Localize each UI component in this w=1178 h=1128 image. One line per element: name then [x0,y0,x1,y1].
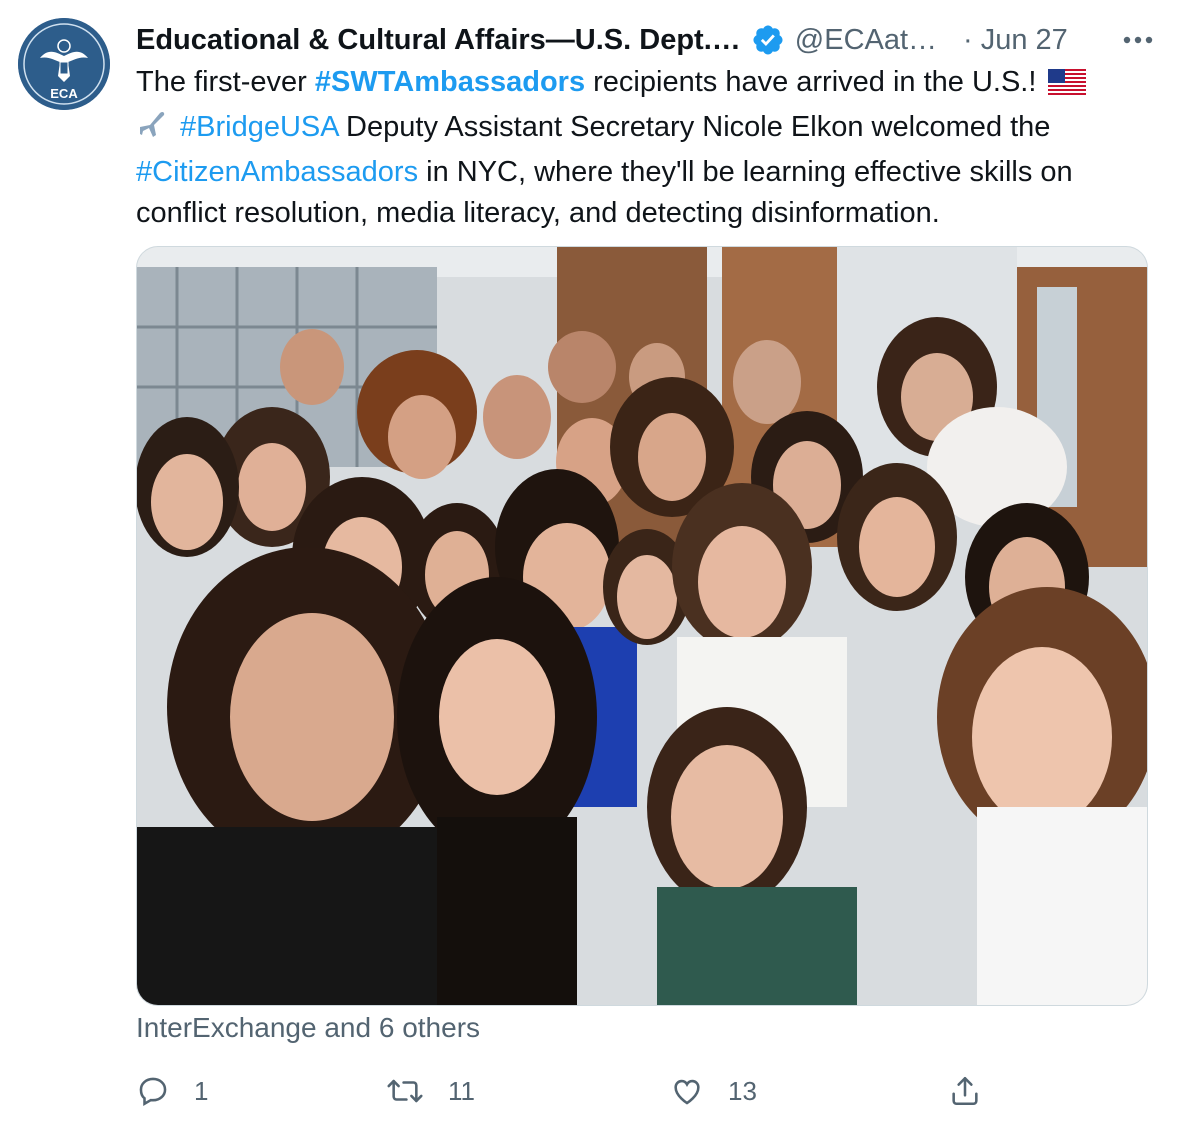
retweet-icon [386,1074,424,1108]
tweet-header: Educational & Cultural Affairs—U.S. Dept… [136,20,1160,60]
retweet-count: 11 [448,1075,475,1106]
tweet-text-part: recipients have arrived in the U.S.! [585,66,1045,98]
avatar[interactable]: ECA [18,18,110,110]
avatar-label: ECA [50,86,78,101]
verified-badge-icon [751,23,785,57]
tagged-users-link[interactable]: InterExchange and 6 others [136,1012,480,1044]
heart-icon [670,1074,704,1108]
tweet-photo[interactable] [136,246,1148,1006]
group-selfie-photo [137,247,1147,1005]
tweet-text-part: Deputy Assistant Secretary Nicole Elkon … [338,110,1051,143]
separator-dot: · [963,23,973,56]
retweet-button[interactable]: 11 [386,1066,475,1116]
tweet-text: The first-ever #SWTAmbassadors recipient… [136,62,1156,233]
more-options-icon[interactable] [1116,20,1160,60]
handle[interactable]: @ECAat… [795,24,937,57]
display-name[interactable]: Educational & Cultural Affairs—U.S. Dept… [136,24,741,57]
share-button[interactable] [948,1066,982,1116]
tweet-text-part: The first-ever [136,66,315,98]
tweet[interactable]: ECA Educational & Cultural Affairs—U.S. … [0,0,1178,1128]
eca-seal-icon: ECA [18,18,110,110]
reply-icon [136,1074,170,1108]
like-count: 13 [728,1075,757,1106]
hashtag-swtambassadors[interactable]: #SWTAmbassadors [315,66,585,98]
share-icon [948,1074,982,1108]
tweet-actions: 1 11 13 [136,1066,1146,1116]
airplane-icon [136,107,170,153]
reply-count: 1 [194,1075,209,1106]
hashtag-citizenambassadors[interactable]: #CitizenAmbassadors [136,156,418,188]
hashtag-bridgeusa[interactable]: #BridgeUSA [180,111,338,143]
reply-button[interactable]: 1 [136,1066,208,1116]
us-flag-icon [1048,66,1087,107]
like-button[interactable]: 13 [670,1066,757,1116]
tweet-date[interactable]: Jun 27 [981,24,1068,57]
